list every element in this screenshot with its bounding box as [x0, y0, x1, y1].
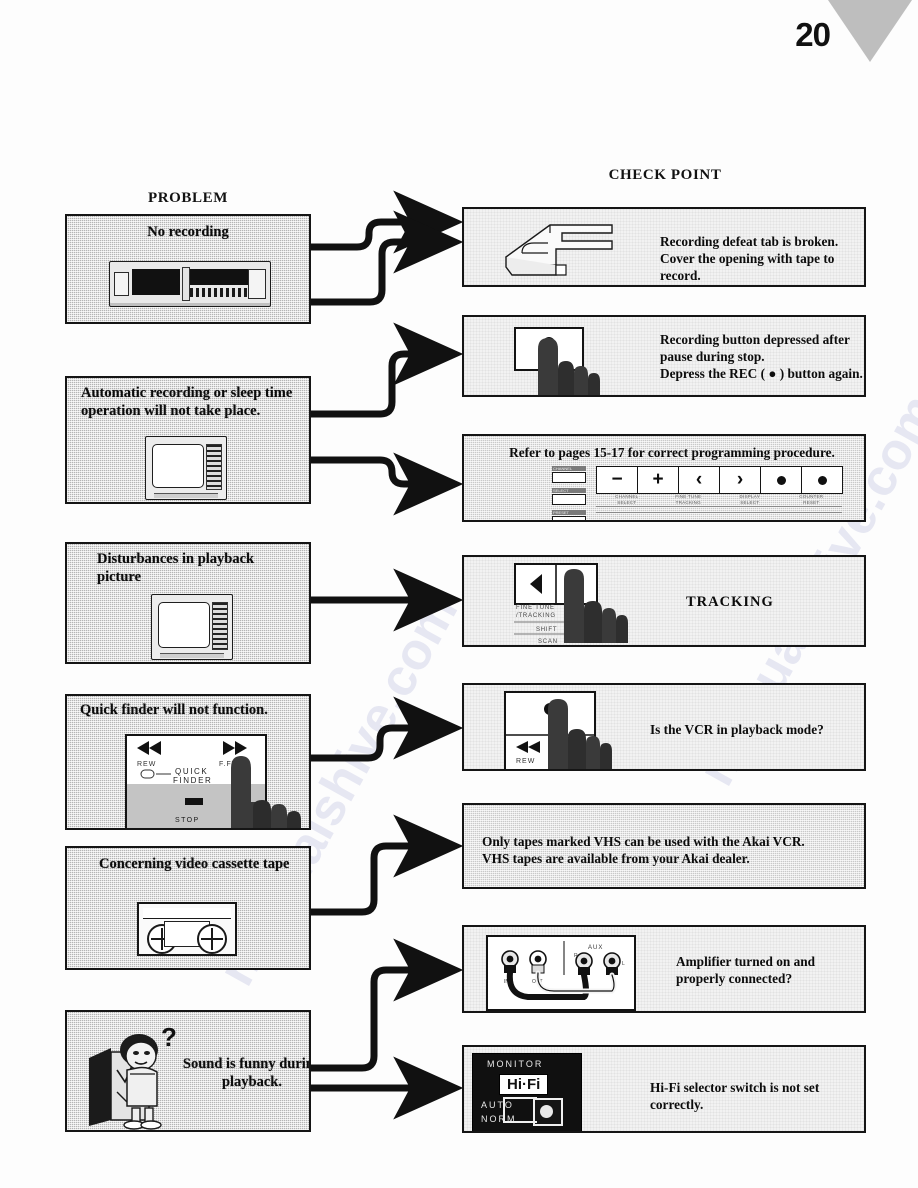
key-counter-reset[interactable]	[802, 467, 842, 493]
problem-column-heading: PROBLEM	[147, 190, 229, 206]
confused-person-illustration: ?	[89, 1022, 177, 1130]
key-label-counter-reset: COUNTER RESET	[799, 494, 824, 505]
arrow-quick-finder-to-playback-mode	[311, 696, 464, 762]
hifi-chip-label: Hi·Fi	[499, 1074, 549, 1095]
preset-buttons-group: CHANNEL SELECT PRESET	[552, 466, 586, 520]
key-label-fine-tune: FINE TUNE TRACKING	[675, 494, 702, 505]
hifi-selector-illustration: MONITOR Hi·Fi AUTO NORM	[472, 1053, 582, 1131]
page-root: manualshive.com manualshive.com 20 PROBL…	[0, 0, 918, 1188]
television-illustration	[145, 436, 227, 500]
svg-text:REW: REW	[516, 758, 535, 765]
svg-text:?: ?	[161, 1022, 177, 1052]
hand-illustration	[564, 569, 628, 643]
cassette-shell-illustration	[505, 224, 613, 276]
checkpoint-box-amplifier[interactable]: AUX IN OUT R L Amplifier turned on and p…	[462, 925, 866, 1013]
checkpoint-text: Recording button depressed after pause d…	[660, 332, 863, 382]
hand-illustration	[538, 338, 600, 395]
preset-label-preset: PRESET	[552, 510, 586, 515]
preset-label-channel: CHANNEL	[552, 466, 586, 471]
checkpoint-box-defeat-tab[interactable]: Recording defeat tab is broken. Cover th…	[462, 207, 866, 287]
key-right[interactable]: ›	[720, 467, 761, 493]
problem-title: Automatic recording or sleep time operat…	[81, 385, 293, 419]
program-key-labels: CHANNEL SELECT FINE TUNE TRACKING DISPLA…	[596, 494, 842, 505]
checkpoint-box-vhs-tapes[interactable]: Only tapes marked VHS can be used with t…	[462, 803, 866, 889]
amplifier-jack-panel: AUX IN OUT R L	[486, 935, 636, 1011]
divider-line	[596, 506, 842, 507]
hand-illustration	[231, 756, 301, 828]
problem-title: No recording	[147, 224, 229, 240]
problem-box-quick-finder[interactable]: Quick finder will not function. REW F.FW…	[65, 694, 311, 830]
checkpoint-text: Is the VCR in playback mode?	[650, 722, 824, 737]
problem-box-video-cassette[interactable]: Concerning video cassette tape	[65, 846, 311, 970]
checkpoint-box-playback-mode[interactable]: REW Is the VCR in playback mode?	[462, 683, 866, 771]
problem-box-no-recording[interactable]: No recording	[65, 214, 311, 324]
hifi-monitor-label: MONITOR	[487, 1059, 544, 1069]
svg-text:QUICK: QUICK	[175, 767, 208, 776]
svg-text:/TRACKING: /TRACKING	[516, 613, 556, 619]
arrow-sound-funny-to-amplifier	[311, 938, 464, 1072]
svg-text:L: L	[622, 961, 625, 967]
key-plus[interactable]: +	[638, 467, 679, 493]
problem-title: Quick finder will not function.	[80, 702, 268, 718]
problem-box-automatic-recording[interactable]: Automatic recording or sleep time operat…	[65, 376, 311, 504]
arrow-automatic-recording-to-rec-button	[311, 322, 464, 418]
svg-text:STOP: STOP	[175, 817, 200, 824]
checkpoint-text: Refer to pages 15-17 for correct program…	[509, 445, 835, 460]
hand-illustration	[548, 699, 612, 769]
hifi-switch[interactable]	[533, 1098, 563, 1126]
vcr-front-panel-illustration	[109, 261, 271, 307]
key-display-select[interactable]	[761, 467, 802, 493]
checkpoint-column-heading: CHECK POINT	[608, 167, 722, 183]
checkpoint-text: Hi-Fi selector switch is not set correct…	[650, 1080, 820, 1113]
svg-text:AUX: AUX	[588, 945, 603, 951]
svg-text:R: R	[574, 953, 578, 959]
problem-title: Concerning video cassette tape	[99, 856, 290, 872]
problem-box-disturbances[interactable]: Disturbances in playback picture	[65, 542, 311, 664]
hifi-switch-knob[interactable]	[540, 1105, 553, 1118]
hifi-auto-label: AUTO	[481, 1100, 514, 1110]
svg-text:REW: REW	[137, 761, 156, 768]
arrow-no-recording-to-defeat-tab	[311, 190, 464, 254]
divider-line	[596, 512, 842, 513]
key-label-display-select: DISPLAY SELECT	[739, 494, 760, 505]
arrow-no-recording-to-rec-button	[311, 210, 464, 306]
checkpoint-box-rec-button[interactable]: Recording button depressed after pause d…	[462, 315, 866, 397]
problem-box-sound-funny[interactable]: Sound is funny during playback. ?	[65, 1010, 311, 1132]
checkpoint-box-hifi[interactable]: MONITOR Hi·Fi AUTO NORM Hi-Fi selector s…	[462, 1045, 866, 1133]
checkpoint-text: Recording defeat tab is broken. Cover th…	[660, 234, 839, 284]
vhs-cassette-illustration	[137, 902, 237, 956]
checkpoint-box-programming[interactable]: Refer to pages 15-17 for correct program…	[462, 434, 866, 522]
key-left[interactable]: ‹	[679, 467, 720, 493]
checkpoint-text: Only tapes marked VHS can be used with t…	[482, 834, 805, 867]
problem-title: Sound is funny during playback.	[182, 1056, 311, 1090]
page-number: 20	[795, 16, 831, 53]
arrow-video-cassette-to-vhs-tapes	[311, 814, 464, 916]
checkpoint-box-tracking[interactable]: FINE TUNE /TRACKING SHIFT SCAN TRACKING	[462, 555, 866, 647]
preset-label-select: SELECT	[552, 488, 586, 493]
svg-text:FINE TUNE: FINE TUNE	[516, 605, 555, 611]
television-illustration	[151, 594, 233, 660]
key-minus[interactable]: −	[597, 467, 638, 493]
checkpoint-text: Amplifier turned on and properly connect…	[676, 954, 816, 987]
corner-triangle-decoration	[828, 0, 912, 62]
problem-title: Disturbances in playback picture	[97, 551, 255, 585]
program-key-row: − + ‹ ›	[596, 466, 843, 494]
key-label-channel-select: CHANNEL SELECT	[615, 494, 639, 505]
checkpoint-text: TRACKING	[686, 594, 774, 610]
arrow-automatic-recording-to-programming	[311, 452, 464, 516]
